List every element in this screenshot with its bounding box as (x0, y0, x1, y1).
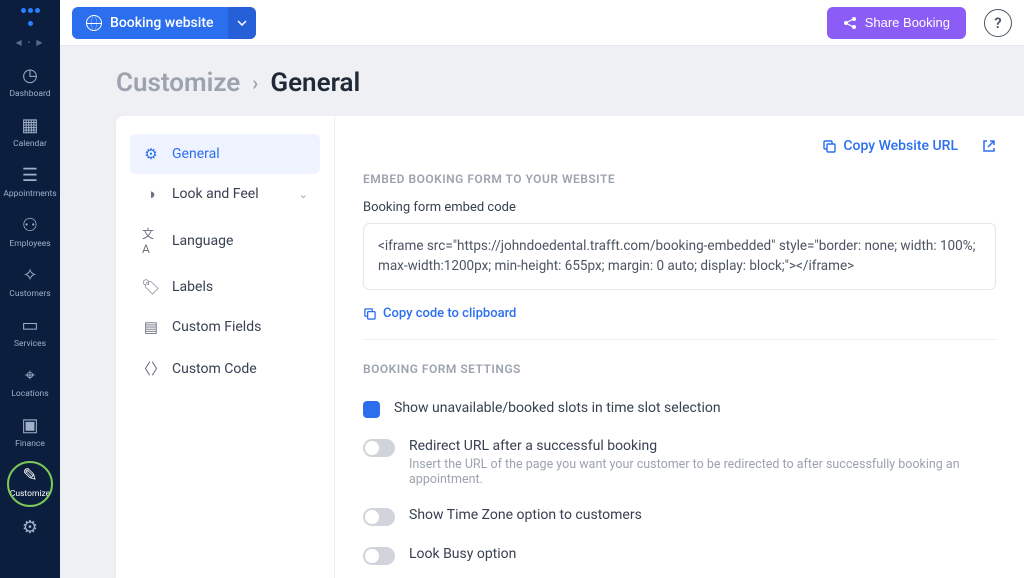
sidebar-item-employees[interactable]: ⚇ Employees (0, 207, 60, 257)
chevron-down-icon: ⌄ (299, 188, 308, 201)
toggle-redirect-url[interactable] (363, 439, 395, 457)
divider (363, 339, 996, 340)
translate-icon: 文A (142, 225, 160, 256)
code-icon: 〈〉 (142, 358, 160, 379)
main-area: Booking website Share Booking ? Customiz… (60, 0, 1024, 578)
breadcrumb: Customize › General (60, 46, 1024, 116)
settings-body: Copy Website URL EMBED BOOKING FORM TO Y… (334, 116, 1024, 578)
settings-nav-labels[interactable]: 🏷 Labels (130, 267, 320, 307)
dropdown-chevron[interactable] (228, 7, 256, 39)
sidebar-item-finance[interactable]: ▣ Finance (0, 407, 60, 457)
sidebar-item-customers[interactable]: ✧ Customers (0, 257, 60, 307)
customers-icon: ✧ (22, 265, 37, 286)
form-icon: ▤ (142, 318, 160, 336)
nav-collapse-icon[interactable]: ◀ • ▶ (16, 38, 45, 47)
content-card: ⚙ General ◑ Look and Feel ⌄ 文A Language … (116, 116, 1024, 578)
form-settings-title: BOOKING FORM SETTINGS (363, 362, 996, 376)
sidebar-item-customize[interactable]: ✎ Customize (0, 457, 60, 507)
settings-nav-custom-fields[interactable]: ▤ Custom Fields (130, 307, 320, 347)
external-link-icon (982, 139, 996, 153)
globe-icon (86, 15, 102, 31)
sidebar-item-locations[interactable]: ⌖ Locations (0, 357, 60, 407)
settings-nav-look-and-feel[interactable]: ◑ Look and Feel ⌄ (130, 174, 320, 214)
sidebar-item-services[interactable]: ▭ Services (0, 307, 60, 357)
settings-nav-custom-code[interactable]: 〈〉 Custom Code (130, 347, 320, 390)
tag-icon: 🏷 (142, 278, 160, 296)
help-button[interactable]: ? (984, 9, 1012, 37)
setting-look-busy: Look Busy option (363, 536, 996, 575)
chevron-down-icon (237, 20, 247, 26)
gear-icon: ⚙ (142, 145, 160, 163)
palette-icon: ✎ (22, 465, 37, 486)
calendar-icon: ▦ (21, 115, 38, 136)
gauge-icon: ◷ (22, 65, 38, 86)
wallet-icon: ▣ (21, 415, 38, 436)
booking-website-dropdown[interactable]: Booking website (72, 7, 256, 39)
setting-redirect-url: Redirect URL after a successful booking … (363, 428, 996, 497)
clipboard-icon: ☰ (22, 165, 38, 186)
embed-section-title: EMBED BOOKING FORM TO YOUR WEBSITE (363, 172, 996, 186)
settings-nav-language[interactable]: 文A Language (130, 214, 320, 267)
pin-icon: ⌖ (25, 365, 35, 386)
toggle-look-busy[interactable] (363, 547, 395, 565)
breadcrumb-root[interactable]: Customize (116, 68, 240, 98)
embed-code-label: Booking form embed code (363, 200, 996, 215)
topbar: Booking website Share Booking ? (60, 0, 1024, 46)
share-icon (843, 16, 857, 30)
employees-icon: ⚇ (22, 215, 38, 236)
copy-icon (822, 139, 836, 153)
sidebar-item-dashboard[interactable]: ◷ Dashboard (0, 57, 60, 107)
sidebar-settings[interactable]: ⚙ (22, 507, 38, 548)
checkbox-show-unavailable[interactable] (363, 401, 380, 418)
palette-icon: ◑ (142, 185, 160, 203)
sidebar-item-appointments[interactable]: ☰ Appointments (0, 157, 60, 207)
setting-timezone: Show Time Zone option to customers (363, 497, 996, 536)
gear-icon: ⚙ (22, 517, 38, 538)
open-external-button[interactable] (982, 138, 996, 154)
toggle-timezone[interactable] (363, 508, 395, 526)
embed-code-box[interactable]: <iframe src="https://johndoedental.traff… (363, 223, 996, 290)
copy-icon (363, 307, 376, 320)
services-icon: ▭ (21, 315, 38, 336)
copy-code-button[interactable]: Copy code to clipboard (363, 300, 996, 339)
sidebar-item-calendar[interactable]: ▦ Calendar (0, 107, 60, 157)
app-sidebar: ◀ • ▶ ◷ Dashboard ▦ Calendar ☰ Appointme… (0, 0, 60, 578)
breadcrumb-current: General (270, 68, 360, 98)
copy-website-url-button[interactable]: Copy Website URL (822, 138, 958, 154)
settings-nav-general[interactable]: ⚙ General (130, 134, 320, 174)
settings-nav: ⚙ General ◑ Look and Feel ⌄ 文A Language … (116, 116, 334, 578)
share-booking-button[interactable]: Share Booking (827, 7, 966, 39)
setting-show-unavailable: Show unavailable/booked slots in time sl… (363, 390, 996, 428)
app-logo (18, 8, 42, 32)
chevron-right-icon: › (252, 71, 258, 95)
